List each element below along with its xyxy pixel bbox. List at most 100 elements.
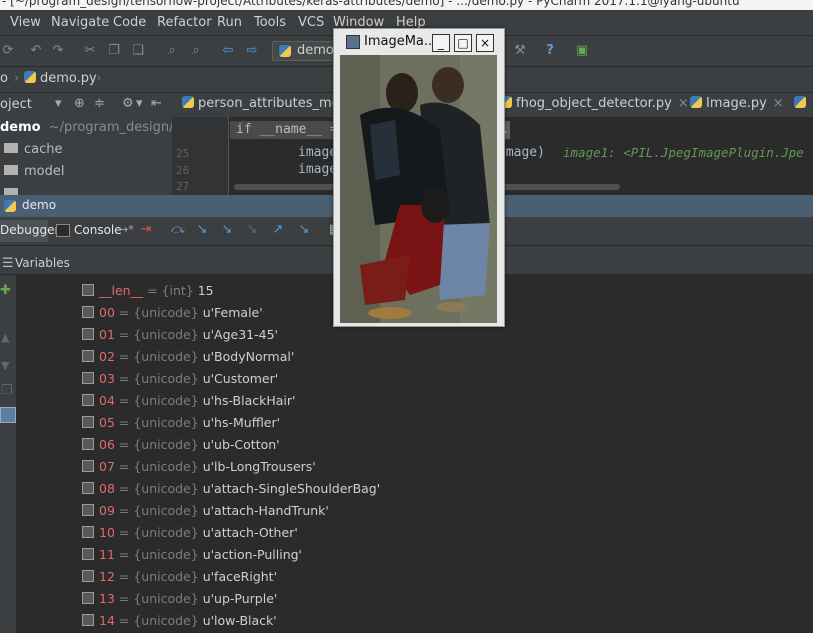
show-execution-point-icon[interactable]: ⇥ (138, 222, 154, 238)
variable-row[interactable]: 09 = {unicode} u'attach-HandTrunk' (82, 503, 329, 523)
variable-row[interactable]: __len__ = {int} 15 (82, 283, 214, 303)
step-into-my-code-icon[interactable]: ↘ (219, 222, 235, 238)
menu-refactor[interactable]: Refactor (157, 15, 212, 30)
menu-code[interactable]: Code (113, 15, 146, 30)
line-number: 25 (176, 147, 190, 160)
variable-row[interactable]: 05 = {unicode} u'hs-Muffler' (82, 415, 280, 435)
scope-icon[interactable]: ⊕ (74, 96, 85, 111)
variable-value: u'hs-Muffler' (202, 415, 281, 430)
gear-icon[interactable]: ⚙ (122, 96, 134, 111)
minimize-button[interactable]: _ (432, 34, 450, 52)
variable-row[interactable]: 12 = {unicode} u'faceRight' (82, 569, 277, 589)
variable-row[interactable]: 08 = {unicode} u'attach-SingleShoulderBa… (82, 481, 380, 501)
find-icon[interactable]: ⌕ (164, 43, 180, 59)
line-number: 26 (176, 164, 190, 177)
undo-icon[interactable]: ↶ (28, 43, 44, 59)
variable-value: u'low-Black' (202, 613, 277, 628)
variable-row[interactable]: 02 = {unicode} u'BodyNormal' (82, 349, 294, 369)
replace-icon[interactable]: ⌕ (188, 43, 204, 59)
menu-vcs[interactable]: VCS (298, 15, 324, 30)
tree-root-name: demo (0, 120, 41, 135)
run-to-cursor-icon[interactable]: ↘ (296, 222, 312, 238)
project-tree: demo ~/program_design/te cache model (0, 117, 187, 195)
close-tab-icon[interactable]: × (773, 96, 784, 111)
project-panel-title[interactable]: oject (0, 97, 32, 112)
menu-navigate[interactable]: Navigate (51, 15, 109, 30)
add-watch-icon[interactable]: ✚ (0, 283, 11, 298)
window-title: - [~/program_design/tensorflow-project/A… (2, 0, 740, 8)
tree-root[interactable]: demo ~/program_design/te (0, 120, 187, 135)
inline-value-hint: image1: <PIL.JpegImagePlugin.Jpe (563, 145, 804, 160)
variable-type: {unicode} (133, 613, 199, 628)
debug-session-title[interactable]: demo (22, 198, 56, 212)
cut-icon[interactable]: ✂ (82, 43, 98, 59)
maximize-button[interactable]: □ (454, 34, 472, 52)
tree-folder-cache[interactable]: cache (4, 142, 63, 157)
watches-toggle-icon[interactable] (0, 407, 16, 423)
dropdown-icon[interactable]: ▾ (55, 96, 62, 111)
breadcrumb-partial[interactable]: o (0, 71, 8, 86)
variable-row[interactable]: 07 = {unicode} u'lb-LongTrousers' (82, 459, 316, 479)
step-over-icon[interactable]: ⤼ (170, 222, 186, 238)
forward-icon[interactable]: ⇨ (244, 43, 260, 59)
variable-row[interactable]: 00 = {unicode} u'Female' (82, 305, 263, 325)
close-button[interactable]: × (476, 34, 494, 52)
variable-value: u'attach-Other' (202, 525, 298, 540)
field-icon (82, 548, 94, 560)
variable-type: {unicode} (133, 371, 199, 386)
tab-overflow[interactable] (794, 96, 810, 111)
copy-icon[interactable]: ❐ (1, 383, 13, 398)
variable-value: u'Customer' (202, 371, 279, 386)
project-panel-header: oject ▾ ⊕ ≑ ⚙ ▾ ⇤ (0, 93, 172, 118)
tab-console[interactable]: Console (74, 223, 122, 237)
variable-value: u'up-Purple' (202, 591, 278, 606)
variable-row[interactable]: 06 = {unicode} u'ub-Cotton' (82, 437, 280, 457)
variable-row[interactable]: 04 = {unicode} u'hs-BlackHair' (82, 393, 295, 413)
help-icon[interactable]: ? (542, 43, 558, 59)
chevron-down-icon[interactable]: ▾ (136, 96, 143, 111)
sync-icon[interactable]: ⟳ (0, 43, 16, 59)
variable-eq: = (114, 305, 134, 320)
tab-person-attributes[interactable]: person_attributes_mode (182, 96, 356, 111)
menu-run[interactable]: Run (217, 15, 242, 30)
image-viewer-titlebar[interactable]: ImageMa... _ □ × (334, 29, 504, 55)
move-down-icon[interactable]: ▼ (1, 359, 9, 372)
back-icon[interactable]: ⇦ (220, 43, 236, 59)
paste-icon[interactable]: ❏ (130, 43, 146, 59)
hide-panel-icon[interactable]: ⇤ (151, 96, 162, 111)
tab-fhog-object-detector[interactable]: fhog_object_detector.py × (500, 96, 689, 111)
settings-wrench-icon[interactable]: ⚒ (512, 43, 528, 59)
variable-type: {unicode} (133, 327, 199, 342)
variable-value: u'action-Pulling' (202, 547, 302, 562)
window-titlebar: - [~/program_design/tensorflow-project/A… (0, 0, 813, 10)
tree-folder-model[interactable]: model (4, 164, 64, 179)
step-into-icon[interactable]: ↘ (194, 222, 210, 238)
breadcrumb-file-label: demo.py (40, 71, 97, 86)
variable-eq: = (114, 393, 134, 408)
variable-row[interactable]: 14 = {unicode} u'low-Black' (82, 613, 277, 633)
variable-row[interactable]: 03 = {unicode} u'Customer' (82, 371, 278, 391)
variable-row[interactable]: 10 = {unicode} u'attach-Other' (82, 525, 298, 545)
tab-label: Image.py (706, 96, 767, 111)
tab-debugger[interactable]: Debugger (0, 220, 59, 242)
breadcrumb-file[interactable]: demo.py (24, 71, 97, 86)
menu-tools[interactable]: Tools (254, 15, 286, 30)
menu-view[interactable]: View (10, 15, 41, 30)
field-icon (82, 614, 94, 626)
collapse-icon[interactable]: ≑ (94, 96, 105, 111)
variable-row[interactable]: 01 = {unicode} u'Age31-45' (82, 327, 278, 347)
variable-row[interactable]: 13 = {unicode} u'up-Purple' (82, 591, 277, 611)
move-up-icon[interactable]: ▲ (1, 331, 9, 344)
folder-icon (4, 143, 18, 153)
redo-icon[interactable]: ↷ (50, 43, 66, 59)
variable-eq: = (114, 371, 134, 386)
copy-icon[interactable]: ❐ (106, 43, 122, 59)
plugin-icon[interactable]: ▣ (574, 43, 590, 59)
close-tab-icon[interactable]: × (678, 96, 689, 111)
variable-row[interactable]: 11 = {unicode} u'action-Pulling' (82, 547, 302, 567)
field-icon (82, 306, 94, 318)
force-step-into-icon[interactable]: ↘ (244, 222, 260, 238)
tab-image-py[interactable]: Image.py × (690, 96, 784, 111)
step-out-icon[interactable]: ↗ (270, 222, 286, 238)
variable-value: u'Female' (202, 305, 263, 320)
